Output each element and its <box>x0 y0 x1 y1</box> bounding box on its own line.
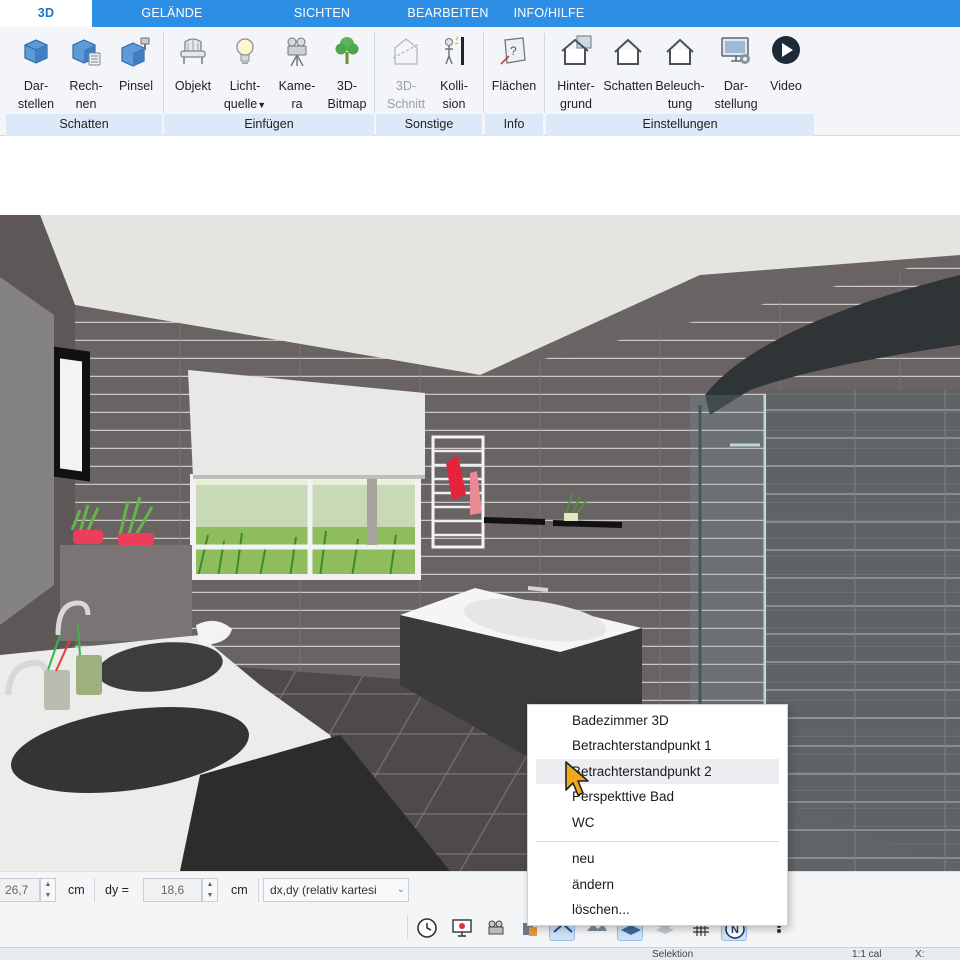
group-sonstige: 3D- Schnitt Kolli- sion Sonstige <box>376 27 482 136</box>
tab-gelaende[interactable]: GELÄNDE <box>126 0 218 27</box>
scale-status: 1:1 cal <box>852 949 882 960</box>
hintergrund-button[interactable]: Hinter- grund <box>550 31 602 113</box>
dy-spinner[interactable]: ▲ ▼ <box>202 878 218 902</box>
x-coordinate-label: X: <box>915 949 925 960</box>
tab-3d[interactable]: 3D <box>0 0 92 27</box>
button-label: Schatten <box>603 79 653 93</box>
3d-viewport[interactable] <box>0 215 960 871</box>
lichtquelle-button[interactable]: Licht- quelle▼ <box>219 31 271 113</box>
group-info: ? Flächen Info <box>485 27 543 136</box>
unit-label: cm <box>231 883 248 897</box>
status-bar: Selektion 1:1 cal X: <box>0 947 960 960</box>
bathroom-render <box>0 215 960 871</box>
group-label: Sonstige <box>376 114 482 136</box>
group-divider <box>483 33 484 113</box>
area-icon: ? <box>500 37 526 65</box>
group-divider <box>544 33 545 113</box>
play-icon <box>772 36 800 64</box>
objekt-button[interactable]: Objekt <box>167 31 219 113</box>
ribbon-tab-bar: 3D GELÄNDE SICHTEN BEARBEITEN INFO/HILFE <box>0 0 960 27</box>
selection-status: Selektion <box>652 949 694 960</box>
cube-brush-icon <box>121 37 150 67</box>
dx-input[interactable]: 26,7 <box>0 878 40 902</box>
camera-view-icon[interactable] <box>483 915 509 941</box>
house-light-icon <box>666 38 694 65</box>
menu-item-loeschen[interactable]: löschen... <box>536 897 779 922</box>
section-icon <box>392 38 420 65</box>
lightbulb-icon <box>236 38 254 64</box>
button-label: Objekt <box>174 79 212 93</box>
tree-icon <box>335 37 359 64</box>
viewpoint-context-menu: Badezimmer 3D Betrachterstandpunkt 1 Bet… <box>527 704 788 926</box>
kamera-button[interactable]: Kame- ra <box>271 31 323 113</box>
divider <box>258 878 259 902</box>
darstellen-button[interactable]: Dar- stellen <box>10 31 62 113</box>
dy-label: dy = <box>105 883 129 897</box>
button-label: Licht- quelle▼ <box>223 79 267 111</box>
view-toolbar: N <box>0 909 960 947</box>
menu-item-badezimmer-3d[interactable]: Badezimmer 3D <box>536 708 779 733</box>
rechnen-button[interactable]: Rech- nen <box>60 31 112 113</box>
group-label: Einstellungen <box>546 114 814 136</box>
menu-item-betrachterstandpunkt-1[interactable]: Betrachterstandpunkt 1 <box>536 733 779 758</box>
dropdown-caret-icon: ▼ <box>257 100 267 110</box>
3d-bitmap-button[interactable]: 3D- Bitmap <box>321 31 373 113</box>
menu-item-wc[interactable]: WC <box>536 810 779 835</box>
divider <box>94 878 95 902</box>
chevron-down-icon: ⌄ <box>396 884 405 895</box>
group-label: Info <box>485 114 543 136</box>
group-einfuegen: Objekt Licht- quelle▼ Kame- ra 3D- Bitma… <box>164 27 374 136</box>
kollision-button[interactable]: Kolli- sion <box>428 31 480 113</box>
ribbon: Dar- stellen Rech- nen Pinsel Schatten O… <box>0 27 960 136</box>
group-divider <box>374 33 375 113</box>
group-label: Einfügen <box>164 114 374 136</box>
group-schatten: Dar- stellen Rech- nen Pinsel Schatten <box>6 27 162 136</box>
house-background-icon <box>561 35 592 65</box>
menu-item-aendern[interactable]: ändern <box>536 872 779 897</box>
cube-icon <box>24 39 48 64</box>
dx-spinner[interactable]: ▲ ▼ <box>40 878 56 902</box>
divider <box>407 915 408 939</box>
dy-input[interactable]: 18,6 <box>143 878 202 902</box>
pinsel-button[interactable]: Pinsel <box>110 31 162 113</box>
mouse-pointer-icon <box>565 761 589 796</box>
beleuchtung-button[interactable]: Beleuch- tung <box>654 31 706 113</box>
cube-calc-icon <box>72 39 101 66</box>
button-label: Beleuch- tung <box>655 79 705 111</box>
display-settings-icon <box>721 37 750 64</box>
button-label: 3D- Bitmap <box>327 79 367 111</box>
menu-item-neu[interactable]: neu <box>536 846 779 871</box>
camera-icon <box>287 37 307 67</box>
coordinate-mode-select[interactable]: dx,dy (relativ kartesi ⌄ <box>263 878 409 902</box>
group-label: Schatten <box>6 114 162 136</box>
flaechen-button[interactable]: ? Flächen <box>488 31 540 113</box>
monitor-icon[interactable] <box>449 915 475 941</box>
darstellung-button[interactable]: Dar- stellung <box>710 31 762 113</box>
unit-label: cm <box>68 883 85 897</box>
clock-icon[interactable] <box>414 915 440 941</box>
button-label: Pinsel <box>118 79 154 93</box>
tab-bearbeiten[interactable]: BEARBEITEN <box>402 0 494 27</box>
button-label: Kolli- sion <box>440 79 468 111</box>
button-label: Hinter- grund <box>557 79 595 111</box>
svg-text:?: ? <box>510 44 517 58</box>
tab-sichten[interactable]: SICHTEN <box>276 0 368 27</box>
button-label: Flächen <box>491 79 537 93</box>
schatten-einstellung-button[interactable]: Schatten <box>602 31 654 113</box>
video-button[interactable]: Video <box>760 31 812 113</box>
tab-info-hilfe[interactable]: INFO/HILFE <box>503 0 595 27</box>
house-shadow-icon <box>614 38 642 65</box>
coordinate-mode-value: dx,dy (relativ kartesi <box>270 883 377 897</box>
armchair-icon <box>180 38 206 64</box>
button-label: Video <box>770 79 802 93</box>
menu-separator <box>536 841 779 842</box>
group-einstellungen: Hinter- grund Schatten Beleuch- tung Dar… <box>546 27 814 136</box>
coordinate-bar: 26,7 ▲ ▼ cm dy = 18,6 ▲ ▼ cm dx,dy (relati… <box>0 871 960 909</box>
collision-icon <box>445 36 464 65</box>
blank-area <box>0 137 960 215</box>
